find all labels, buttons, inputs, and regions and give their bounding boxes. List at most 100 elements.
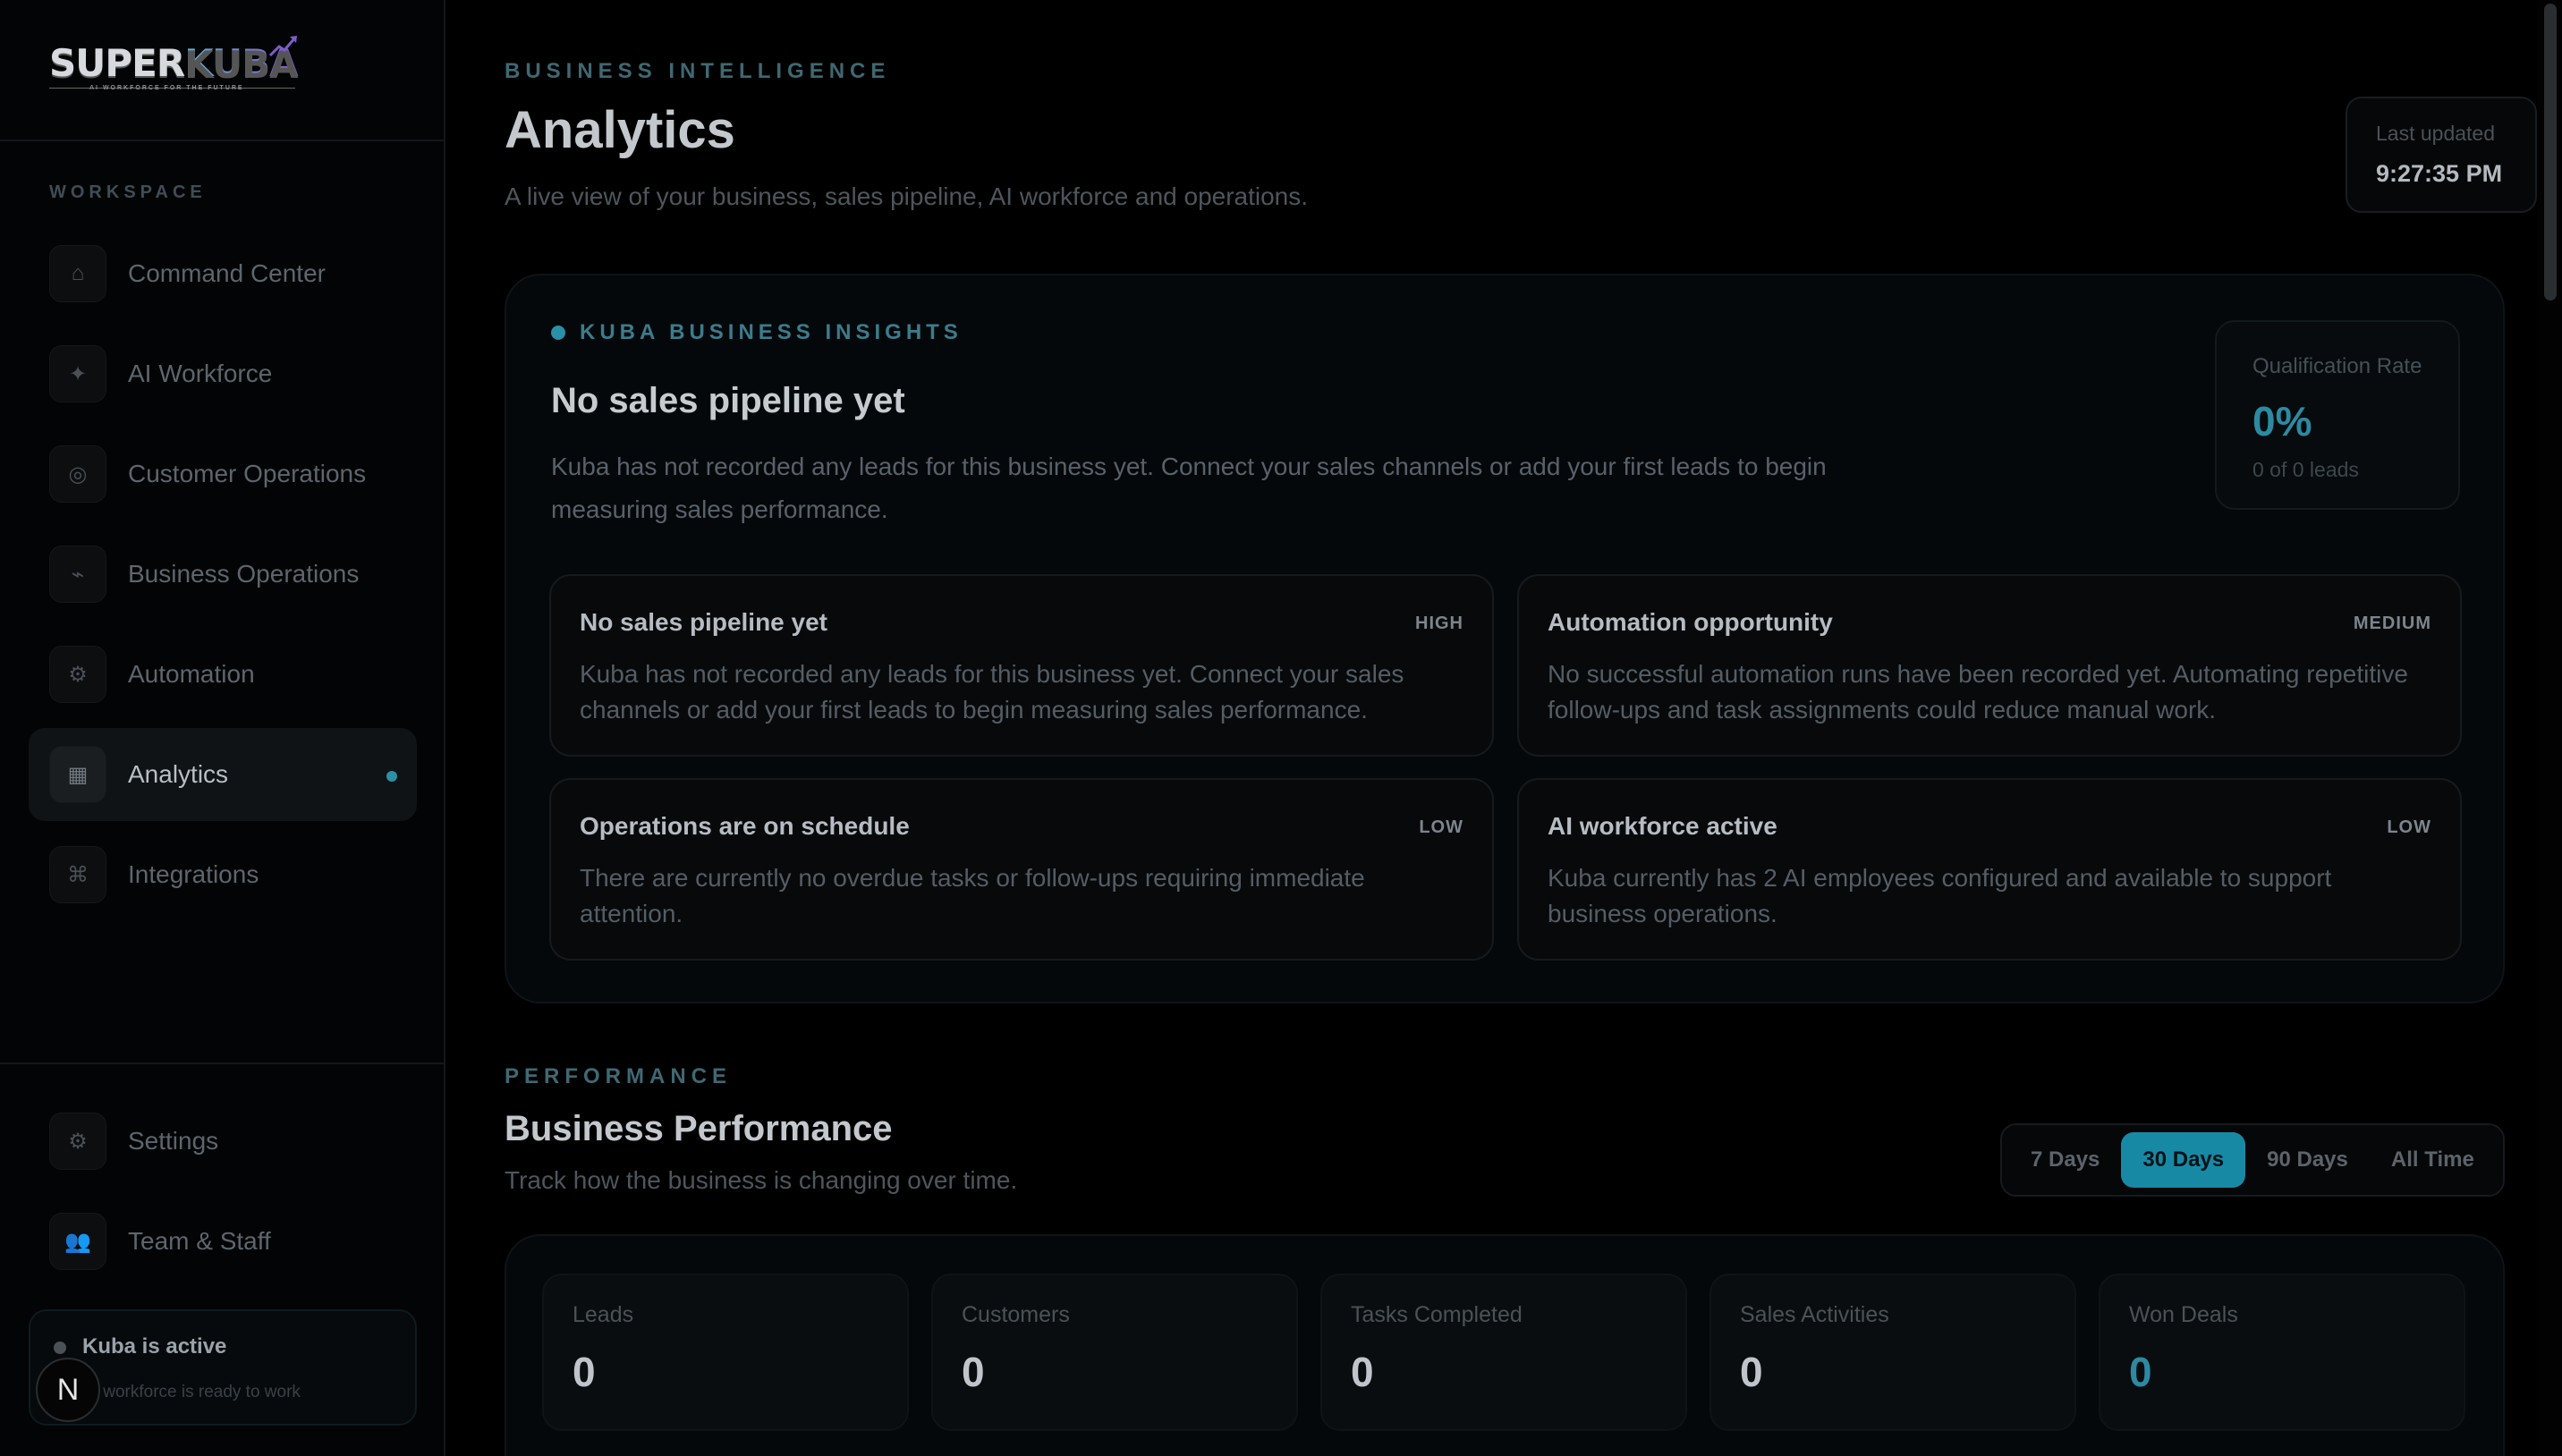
range-all-time-button[interactable]: All Time — [2370, 1132, 2496, 1188]
metric-value: 0 — [962, 1349, 985, 1395]
insight-priority-badge: LOW — [2387, 817, 2431, 837]
performance-title: Business Performance — [505, 1109, 893, 1148]
chart-icon: ▦ — [49, 746, 106, 803]
metric-value: 0 — [573, 1349, 596, 1395]
sidebar-item-business-operations[interactable]: ⌁ Business Operations — [29, 528, 417, 621]
status-title: Kuba is active — [82, 1334, 227, 1359]
last-updated-time: 9:27:35 PM — [2376, 160, 2503, 187]
page-title: Analytics — [505, 101, 735, 159]
logo-area: SUPERKUBA AI WORKFORCE FOR THE FUTURE — [0, 0, 444, 141]
insight-card-body: There are currently no overdue tasks or … — [580, 864, 1365, 927]
qualification-rate-label: Qualification Rate — [2252, 354, 2422, 378]
insights-title: No sales pipeline yet — [551, 381, 905, 420]
status-subtitle: AI workforce is ready to work — [82, 1383, 301, 1401]
sidebar-bottom-nav: ⚙ Settings 👥 Team & Staff — [29, 1095, 417, 1295]
insight-card-body: No successful automation runs have been … — [1548, 660, 2408, 724]
last-updated-card: Last updated 9:27:35 PM — [2346, 97, 2537, 213]
performance-subtitle: Track how the business is changing over … — [505, 1166, 1018, 1194]
sidebar-item-label: Settings — [128, 1127, 219, 1155]
sidebar-item-label: Team & Staff — [128, 1227, 271, 1255]
sidebar-item-integrations[interactable]: ⌘ Integrations — [29, 828, 417, 921]
scrollbar-thumb[interactable] — [2544, 4, 2557, 301]
insight-card-body: Kuba has not recorded any leads for this… — [580, 660, 1404, 724]
active-indicator-dot — [386, 771, 397, 782]
sidebar-item-label: Business Operations — [128, 560, 360, 588]
pulse-icon: ⌁ — [49, 546, 106, 603]
sidebar-item-customer-operations[interactable]: ◎ Customer Operations — [29, 427, 417, 521]
insights-indicator-dot — [551, 326, 565, 340]
range-7-days-button[interactable]: 7 Days — [2009, 1132, 2121, 1188]
insight-card-title: Operations are on schedule — [580, 812, 910, 840]
sidebar-nav: ⌂ Command Center ✦ AI Workforce ◎ Custom… — [29, 227, 417, 928]
sidebar-item-label: Automation — [128, 660, 255, 688]
qualification-rate-card: Qualification Rate 0% 0 of 0 leads — [2215, 320, 2460, 510]
range-90-days-button[interactable]: 90 Days — [2245, 1132, 2370, 1188]
metric-label: Won Deals — [2129, 1302, 2238, 1327]
metric-card-sales-activities: Sales Activities 0 — [1709, 1274, 2076, 1431]
metric-card-won-deals: Won Deals 0 — [2099, 1274, 2465, 1431]
sidebar-item-settings[interactable]: ⚙ Settings — [29, 1095, 417, 1188]
status-dot — [54, 1342, 66, 1354]
command-icon: ⌘ — [49, 846, 106, 903]
range-30-days-button[interactable]: 30 Days — [2121, 1132, 2246, 1188]
people-icon: 👥 — [49, 1213, 106, 1270]
sidebar-item-automation[interactable]: ⚙ Automation — [29, 628, 417, 721]
metric-label: Leads — [573, 1302, 634, 1327]
metric-label: Tasks Completed — [1351, 1302, 1523, 1327]
workspace-section-label: WORKSPACE — [49, 182, 207, 202]
user-avatar-badge[interactable]: N — [36, 1358, 100, 1422]
metric-label: Sales Activities — [1740, 1302, 1889, 1327]
sidebar-item-label: Command Center — [128, 259, 326, 287]
sidebar-item-label: AI Workforce — [128, 360, 273, 387]
brand-tagline: AI WORKFORCE FOR THE FUTURE — [89, 85, 244, 91]
metric-card-tasks-completed: Tasks Completed 0 — [1320, 1274, 1687, 1431]
home-icon: ⌂ — [49, 245, 106, 302]
brand-logo[interactable]: SUPERKUBA — [49, 41, 299, 85]
sidebar-item-command-center[interactable]: ⌂ Command Center — [29, 227, 417, 320]
time-range-selector: 7 Days 30 Days 90 Days All Time — [2000, 1123, 2505, 1197]
metric-card-customers: Customers 0 — [931, 1274, 1298, 1431]
sidebar: SUPERKUBA AI WORKFORCE FOR THE FUTURE WO… — [0, 0, 445, 1456]
insight-priority-badge: HIGH — [1415, 614, 1463, 633]
main-content: BUSINESS INTELLIGENCE Analytics A live v… — [447, 0, 2537, 1456]
sidebar-item-label: Integrations — [128, 860, 259, 888]
business-insights-panel: KUBA BUSINESS INSIGHTS No sales pipeline… — [505, 274, 2505, 1003]
qualification-rate-value: 0% — [2252, 398, 2312, 444]
insight-card-title: Automation opportunity — [1548, 608, 1833, 636]
insight-priority-badge: MEDIUM — [2353, 614, 2431, 633]
settings-icon: ⚙ — [49, 1113, 106, 1170]
qualification-rate-sub: 0 of 0 leads — [2252, 458, 2359, 481]
last-updated-label: Last updated — [2376, 122, 2496, 145]
insight-card[interactable]: No sales pipeline yet HIGH Kuba has not … — [549, 574, 1494, 757]
sidebar-item-ai-workforce[interactable]: ✦ AI Workforce — [29, 327, 417, 420]
sparkle-icon: ✦ — [49, 345, 106, 402]
sidebar-item-team-staff[interactable]: 👥 Team & Staff — [29, 1195, 417, 1288]
metric-card-leads: Leads 0 — [542, 1274, 909, 1431]
metric-value: 0 — [1740, 1349, 1763, 1395]
insight-card-title: No sales pipeline yet — [580, 608, 827, 636]
target-icon: ◎ — [49, 445, 106, 503]
insight-card[interactable]: Operations are on schedule LOW There are… — [549, 778, 1494, 961]
sidebar-divider — [0, 1062, 445, 1064]
insight-card-body: Kuba currently has 2 AI employees config… — [1548, 864, 2332, 927]
metric-value: 0 — [1351, 1349, 1374, 1395]
sidebar-item-label: Customer Operations — [128, 460, 367, 487]
insights-eyebrow: KUBA BUSINESS INSIGHTS — [580, 320, 963, 344]
brand-name-prefix: SUPER — [49, 41, 185, 85]
insight-card[interactable]: AI workforce active LOW Kuba currently h… — [1517, 778, 2462, 961]
insight-card-title: AI workforce active — [1548, 812, 1777, 840]
sidebar-item-analytics[interactable]: ▦ Analytics — [29, 728, 417, 821]
performance-eyebrow: PERFORMANCE — [505, 1064, 733, 1088]
metric-value: 0 — [2129, 1349, 2152, 1395]
page-scrollbar[interactable] — [2537, 0, 2562, 1456]
insight-card[interactable]: Automation opportunity MEDIUM No success… — [1517, 574, 2462, 757]
performance-metrics-panel: Leads 0 Customers 0 Tasks Completed 0 Sa… — [505, 1234, 2505, 1456]
metric-label: Customers — [962, 1302, 1070, 1327]
sidebar-item-label: Analytics — [128, 760, 229, 788]
insights-description: Kuba has not recorded any leads for this… — [551, 453, 1827, 523]
gear-icon: ⚙ — [49, 646, 106, 703]
page-eyebrow: BUSINESS INTELLIGENCE — [505, 59, 891, 83]
trend-arrow-icon — [268, 36, 297, 57]
page-subtitle: A live view of your business, sales pipe… — [505, 182, 1309, 210]
insight-priority-badge: LOW — [1419, 817, 1463, 837]
